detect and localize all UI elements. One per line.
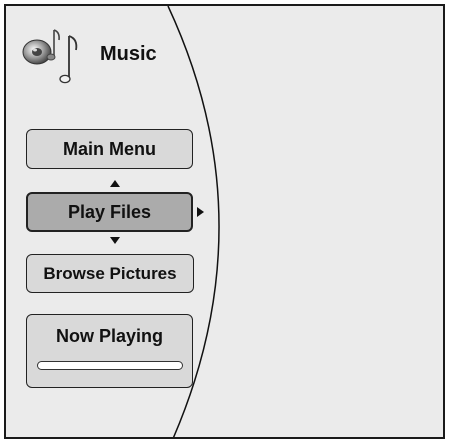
music-note-speaker-icon: [22, 29, 78, 84]
browse-pictures-button[interactable]: Browse Pictures: [26, 254, 194, 293]
arrow-up-icon: [110, 180, 120, 187]
arrow-down-icon: [110, 237, 120, 244]
play-files-button[interactable]: Play Files: [26, 192, 193, 232]
main-menu-button[interactable]: Main Menu: [26, 129, 193, 169]
arrow-right-icon: [197, 207, 204, 217]
header: Music: [20, 22, 157, 86]
progress-bar: [36, 361, 183, 370]
music-screen: Music Main Menu Play Files Browse Pictur…: [4, 4, 445, 439]
now-playing-button[interactable]: Now Playing: [26, 314, 193, 388]
page-title: Music: [100, 42, 157, 65]
now-playing-label: Now Playing: [55, 326, 163, 346]
